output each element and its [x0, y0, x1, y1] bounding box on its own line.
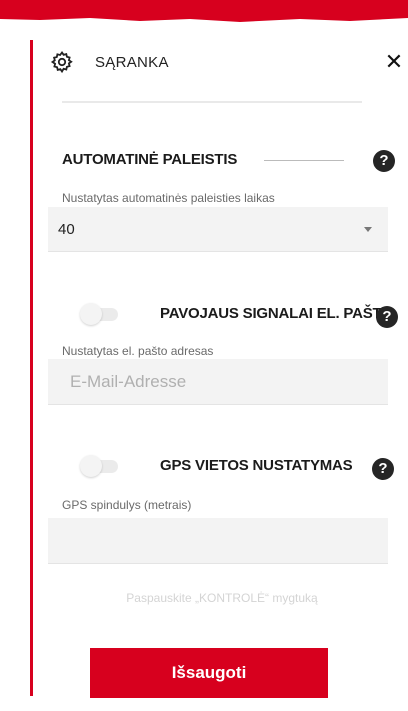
footer-note: Paspauskite „KONTROLĖ“ mygtuką: [126, 591, 318, 605]
page-title: SĄRANKA: [95, 54, 169, 71]
header-divider: [62, 101, 362, 103]
heading-divider: [264, 160, 344, 161]
top-banner: [0, 0, 408, 40]
email-field-label: Nustatytas el. pašto adresas: [62, 344, 214, 358]
autostart-time-select[interactable]: 40: [48, 207, 388, 252]
settings-header: SĄRANKA ✕: [48, 46, 404, 76]
chevron-down-icon: [364, 227, 372, 232]
email-field[interactable]: [48, 359, 388, 404]
help-icon-email[interactable]: ?: [376, 306, 398, 328]
autostart-heading: AUTOMATINĖ PALEISTIS: [62, 151, 238, 168]
email-input-box: [48, 359, 388, 405]
toggle-knob: [80, 303, 102, 325]
gps-heading: GPS VIETOS NUSTATYMAS: [160, 457, 353, 474]
gps-toggle[interactable]: [80, 455, 120, 477]
email-alarm-toggle[interactable]: [80, 303, 120, 325]
autostart-field-label: Nustatytas automatinės paleisties laikas: [62, 191, 275, 205]
gps-radius-input-box: [48, 518, 388, 564]
autostart-time-value: 40: [58, 221, 75, 238]
torn-edge: [0, 18, 408, 40]
help-icon-autostart[interactable]: ?: [373, 150, 395, 172]
toggle-knob: [80, 455, 102, 477]
left-accent-rule: [30, 40, 33, 696]
close-button[interactable]: ✕: [382, 50, 406, 74]
gear-icon: [50, 50, 73, 74]
help-icon-gps[interactable]: ?: [372, 458, 394, 480]
gps-radius-field[interactable]: [48, 518, 388, 563]
gps-field-label: GPS spindulys (metrais): [62, 498, 192, 512]
email-alarm-heading: PAVOJAUS SIGNALAI EL. PAŠTU: [160, 305, 393, 322]
save-button[interactable]: Išsaugoti: [90, 648, 328, 698]
